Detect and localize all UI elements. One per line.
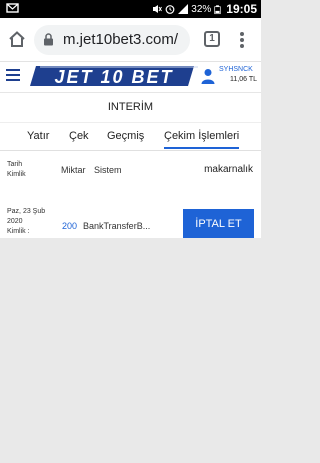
- user-icon: [201, 69, 215, 84]
- header-date-id: Tarih Kimlik: [7, 161, 26, 178]
- tab-history[interactable]: Geçmiş: [107, 130, 144, 142]
- status-bar: 32% 19:05: [0, 0, 261, 18]
- battery-icon: [214, 4, 221, 14]
- username: SYHSNCK: [219, 66, 253, 73]
- header-amount: Miktar: [61, 165, 86, 175]
- battery-percent: 32%: [191, 3, 212, 15]
- logo-text: JET 10 BET: [54, 67, 173, 87]
- site-header: JET 10 BET SYHSNCK 11,06 TL: [0, 62, 261, 92]
- page-title: INTERİM: [0, 92, 261, 122]
- page-background: [0, 238, 261, 463]
- tab-deposit[interactable]: Yatır: [27, 130, 49, 142]
- home-icon[interactable]: [8, 30, 26, 48]
- header-extra: makarnalık: [204, 164, 253, 175]
- lock-icon: [44, 33, 53, 46]
- clock: 19:05: [226, 2, 257, 16]
- mute-icon: [153, 5, 163, 13]
- url-text: m.jet10bet3.com/: [63, 31, 179, 48]
- browser-toolbar: m.jet10bet3.com/ 1: [0, 18, 261, 62]
- tabs-icon[interactable]: 1: [204, 31, 220, 47]
- balance: 11,06 TL: [230, 76, 257, 83]
- more-vert-icon[interactable]: [234, 30, 250, 50]
- row-system: BankTransferB...: [83, 221, 151, 231]
- address-bar[interactable]: m.jet10bet3.com/: [34, 25, 190, 55]
- cancel-withdrawal-button[interactable]: İPTAL ET: [183, 209, 254, 239]
- header-system: Sistem: [94, 165, 122, 175]
- row-amount: 200: [62, 221, 78, 231]
- user-account[interactable]: SYHSNCK 11,06 TL: [201, 65, 257, 89]
- signal-icon: [178, 4, 189, 14]
- hamburger-menu-icon[interactable]: [6, 69, 20, 81]
- withdrawals-table: Tarih Kimlik Miktar Sistem makarnalık Pa…: [0, 150, 261, 245]
- tab-withdrawal-transactions[interactable]: Çekim İşlemleri: [164, 130, 240, 149]
- notification-icon: [6, 3, 19, 13]
- site-logo[interactable]: JET 10 BET: [30, 63, 200, 89]
- tab-withdraw[interactable]: Çek: [69, 130, 89, 142]
- alarm-icon: [165, 5, 175, 14]
- tab-bar: Yatır Çek Geçmiş Çekim İşlemleri: [0, 122, 261, 150]
